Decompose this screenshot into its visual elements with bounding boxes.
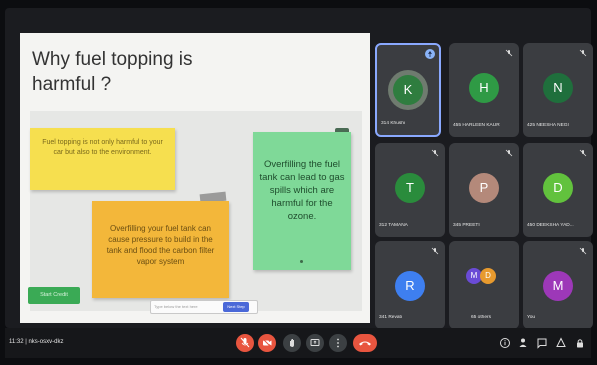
participant-name: 425 NEESHA NEGI [527,123,569,128]
info-icon [500,338,510,348]
participant-tile[interactable]: P 345 PREETI [449,143,519,237]
participant-avatar: D [543,173,573,203]
mic-off-icon [240,337,250,348]
participant-name: 455 HARLEEN KAUR [453,123,500,128]
meeting-control-bar: 11:32 | nks-osxv-dkz [5,328,591,358]
participant-tile[interactable]: R 341 Revati [375,241,445,329]
participant-name: You [527,315,536,320]
mic-muted-icon [579,49,587,57]
others-count: 65 others [471,315,492,320]
participant-tile[interactable]: T 312 TAMANA [375,143,445,237]
people-button[interactable] [517,336,529,350]
others-avatar-group: M D [466,268,502,286]
camera-off-icon [262,338,272,348]
presentation-slide: Why fuel topping is harmful ? Fuel toppi… [20,33,370,323]
slide-text-entry[interactable]: Type below the text here Next Step [150,300,258,314]
camera-toggle-button[interactable] [258,334,276,352]
participant-avatar: T [395,173,425,203]
participant-tile-self[interactable]: M You [523,241,593,329]
participant-avatar: H [469,73,499,103]
participant-avatar: P [469,173,499,203]
raise-hand-button[interactable] [283,334,301,352]
chat-icon [537,338,547,349]
meeting-stage: Why fuel topping is harmful ? Fuel toppi… [5,8,593,329]
mic-muted-icon [431,247,439,255]
participant-name: 345 PREETI [453,223,480,228]
chat-button[interactable] [536,336,548,350]
activities-icon [556,337,566,347]
participant-tile[interactable]: N 425 NEESHA NEGI [523,43,593,137]
pin-icon[interactable] [425,49,435,59]
sticky-note-yellow: Fuel topping is not only harmful to your… [30,128,175,190]
participant-tile[interactable]: H 455 HARLEEN KAUR [449,43,519,137]
participant-name: 312 TAMANA [379,223,408,228]
meeting-time-and-code: 11:32 | nks-osxv-dkz [9,339,64,345]
hang-up-icon [359,341,371,346]
more-options-icon [337,338,339,348]
sticky-note-orange: Overfilling your fuel tank can cause pre… [92,201,229,298]
slide-green-button[interactable]: Start Credit [28,287,80,304]
participant-avatar: K [393,75,423,105]
participant-name: 450 DEEKSHA YAD... [527,223,574,228]
present-button[interactable] [306,334,324,352]
participant-tile[interactable]: D 450 DEEKSHA YAD... [523,143,593,237]
host-controls-button[interactable] [574,336,586,350]
mic-muted-icon [505,49,513,57]
more-options-button[interactable] [329,334,347,352]
participant-avatar: M [543,271,573,301]
present-screen-icon [310,339,320,346]
mic-muted-icon [579,247,587,255]
slide-title: Why fuel topping is harmful ? [32,49,193,95]
slide-entry-button[interactable]: Next Step [223,302,249,312]
participant-name: 314 Khushi [381,121,406,126]
raise-hand-icon [290,339,294,347]
participant-tile[interactable]: K 314 Khushi [375,43,441,137]
mic-toggle-button[interactable] [236,334,254,352]
mic-muted-icon [579,149,587,157]
activities-button[interactable] [555,336,567,350]
slide-entry-placeholder: Type below the text here [154,304,198,309]
meeting-window: Why fuel topping is harmful ? Fuel toppi… [0,0,597,365]
host-controls-icon [577,339,583,348]
people-icon [519,338,527,347]
leave-call-button[interactable] [353,334,377,352]
others-avatar: D [480,268,496,284]
participant-avatar: R [395,271,425,301]
mic-muted-icon [505,149,513,157]
others-tile[interactable]: M D 65 others [449,241,519,329]
participant-name: 341 Revati [379,315,402,320]
note-dot [300,260,303,263]
participant-avatar: N [543,73,573,103]
sticky-note-green: Overfilling the fuel tank can lead to ga… [253,132,351,270]
info-button[interactable] [499,336,511,350]
mic-muted-icon [431,149,439,157]
